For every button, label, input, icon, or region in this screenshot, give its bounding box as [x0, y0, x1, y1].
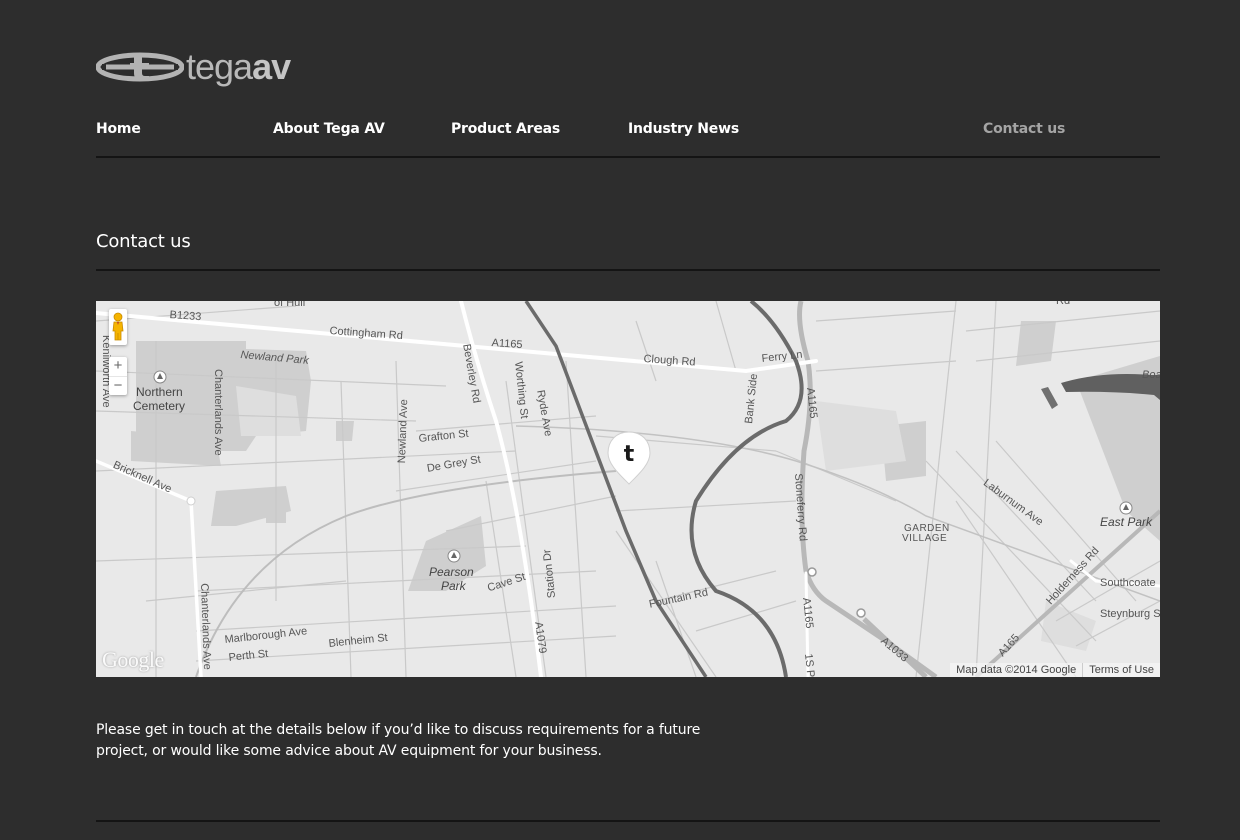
street-view-pegman[interactable]: [109, 309, 127, 345]
marker-letter: t: [624, 442, 635, 467]
map-label: Steynburg St: [1100, 608, 1160, 620]
map-label: Pearson: [429, 565, 474, 579]
map-label: Park: [441, 579, 466, 593]
nav-item-about[interactable]: About Tega AV: [273, 121, 385, 137]
map-attribution: Map data ©2014 Google Terms of Use: [950, 663, 1160, 677]
zoom-in-button[interactable]: +: [109, 357, 127, 377]
tega-av-logo[interactable]: tegaav: [96, 49, 291, 85]
logo-wordmark-light: tega: [186, 46, 253, 87]
nav-divider: [96, 156, 1160, 158]
map-label: A1165: [491, 337, 523, 352]
map-label: Rd: [1056, 301, 1071, 307]
logo-wordmark-bold: av: [252, 46, 291, 87]
logo-mark-icon: [96, 52, 184, 82]
google-logo[interactable]: Google: [102, 647, 164, 673]
map-label: Boa: [1142, 369, 1160, 381]
location-map[interactable]: B1233 of Hull Cottingham Rd A1165 Clough…: [96, 301, 1160, 677]
terms-of-use-link[interactable]: Terms of Use: [1082, 663, 1160, 677]
main-nav: Home About Tega AV Product Areas Industr…: [96, 121, 1160, 143]
contact-intro-text: Please get in touch at the details below…: [96, 722, 701, 759]
map-label: Northern: [136, 385, 183, 399]
map-label: Cemetery: [133, 399, 186, 413]
nav-item-home[interactable]: Home: [96, 121, 141, 137]
map-label: Newland Ave: [396, 399, 411, 464]
location-pin-icon[interactable]: t: [607, 430, 651, 486]
bottom-divider: [96, 820, 1160, 822]
zoom-control: + −: [109, 357, 127, 395]
map-label: Chanterlands Ave: [212, 369, 224, 456]
page-title: Contact us: [96, 231, 191, 252]
logo-wordmark: tegaav: [186, 49, 291, 85]
map-label: East Park: [1100, 515, 1153, 529]
map-label: B1233: [169, 309, 202, 324]
map-label: of Hull: [274, 301, 306, 309]
map-data-credit: Map data ©2014 Google: [956, 664, 1077, 676]
pegman-icon: [112, 312, 124, 341]
nav-item-product-areas[interactable]: Product Areas: [451, 121, 560, 137]
nav-item-industry-news[interactable]: Industry News: [628, 121, 739, 137]
zoom-out-button[interactable]: −: [109, 377, 127, 396]
map-label: 1S P: [802, 653, 817, 677]
title-divider: [96, 269, 1160, 271]
map-label: Southcoate: [1100, 577, 1156, 589]
map-label: VILLAGE: [902, 533, 948, 544]
nav-item-contact-us[interactable]: Contact us: [983, 121, 1065, 137]
